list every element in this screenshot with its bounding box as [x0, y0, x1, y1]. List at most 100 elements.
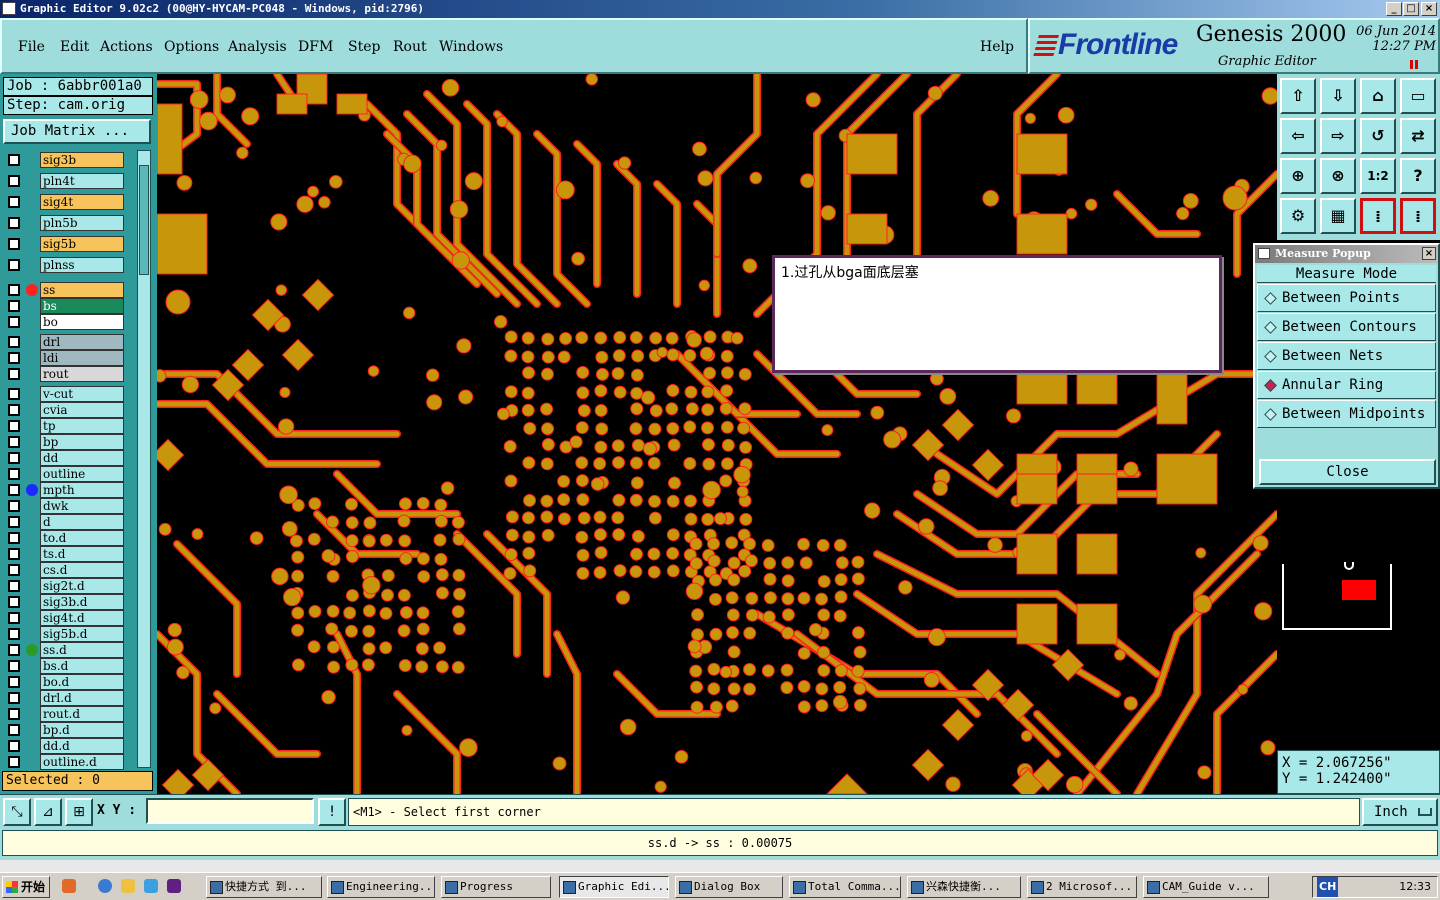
taskbar-button[interactable]: Total Comma...	[789, 876, 901, 898]
layer-checkbox[interactable]	[8, 420, 20, 432]
layer-name[interactable]: rout.d	[40, 706, 124, 722]
layer-row[interactable]: tp	[4, 418, 124, 434]
layer-checkbox[interactable]	[8, 436, 20, 448]
settings-icon[interactable]: ⚙	[1280, 198, 1316, 234]
taskbar-button[interactable]: CAM_Guide v...	[1143, 876, 1269, 898]
layer-row[interactable]: d	[4, 514, 124, 530]
layer-checkbox[interactable]	[8, 628, 20, 640]
menu-step[interactable]: Step	[348, 39, 380, 55]
taskbar-button[interactable]: 快捷方式 到...	[206, 876, 322, 898]
layer-row[interactable]: rout.d	[4, 706, 124, 722]
layer-scrollbar[interactable]	[137, 150, 151, 768]
layer-checkbox[interactable]	[8, 300, 20, 312]
taskbar-button[interactable]: Dialog Box	[675, 876, 783, 898]
layer-checkbox[interactable]	[8, 692, 20, 704]
layer-row[interactable]: dd.d	[4, 738, 124, 754]
layer-row[interactable]: outline.d	[4, 754, 124, 770]
graphic-canvas[interactable]	[157, 74, 1277, 794]
layer-checkbox[interactable]	[8, 580, 20, 592]
layer-checkbox[interactable]	[8, 468, 20, 480]
close-button[interactable]: Close	[1259, 459, 1436, 485]
layer-row[interactable]: plnss	[4, 257, 124, 273]
pan-up-icon[interactable]: ⇧	[1280, 78, 1316, 114]
mini-map[interactable]	[1282, 562, 1392, 630]
layer-checkbox[interactable]	[8, 676, 20, 688]
layer-name[interactable]: sig4t	[40, 194, 124, 210]
pcb-drawing[interactable]	[157, 74, 1277, 794]
measure-option[interactable]: Between Contours	[1257, 313, 1436, 341]
layer-checkbox[interactable]	[8, 404, 20, 416]
layer-row[interactable]: ss.d	[4, 642, 124, 658]
unit-select[interactable]: Inch	[1362, 798, 1438, 826]
layer-checkbox[interactable]	[8, 217, 20, 229]
taskbar-button[interactable]: 兴森快捷衡...	[907, 876, 1021, 898]
quicklaunch-icon[interactable]	[167, 879, 181, 893]
layer-name[interactable]: ts.d	[40, 546, 124, 562]
zoom-fit-icon[interactable]: ⊕	[1280, 158, 1316, 194]
layer-row[interactable]: mpth	[4, 482, 124, 498]
layer-checkbox[interactable]	[8, 175, 20, 187]
layer-checkbox[interactable]	[8, 259, 20, 271]
layer-name[interactable]: bo	[40, 314, 124, 330]
scale-icon[interactable]: 1:2	[1360, 158, 1396, 194]
layer-row[interactable]: outline	[4, 466, 124, 482]
layer-checkbox[interactable]	[8, 352, 20, 364]
layer-row[interactable]: ss	[4, 282, 124, 298]
lang-indicator[interactable]: CH	[1317, 877, 1339, 897]
layer-row[interactable]: pln5b	[4, 215, 124, 231]
layer-checkbox[interactable]	[8, 196, 20, 208]
layer-checkbox[interactable]	[8, 316, 20, 328]
layer-name[interactable]: outline	[40, 466, 124, 482]
measure-option[interactable]: Between Nets	[1257, 342, 1436, 370]
layer-name[interactable]: bs.d	[40, 658, 124, 674]
xy-input[interactable]	[146, 798, 314, 824]
grid-icon[interactable]: ▦	[1320, 198, 1356, 234]
layer-name[interactable]: sig3b	[40, 152, 124, 168]
layer-name[interactable]: d	[40, 514, 124, 530]
layer-row[interactable]: bp.d	[4, 722, 124, 738]
layer-checkbox[interactable]	[8, 756, 20, 768]
measure-popup[interactable]: Measure Popup × Measure Mode Between Poin…	[1253, 243, 1440, 489]
layer-checkbox[interactable]	[8, 644, 20, 656]
layer-name[interactable]: bp	[40, 434, 124, 450]
layer-name[interactable]: to.d	[40, 530, 124, 546]
quicklaunch-icon[interactable]	[62, 879, 76, 893]
menu-analysis[interactable]: Analysis	[228, 39, 287, 55]
layer-checkbox[interactable]	[8, 724, 20, 736]
layer-row[interactable]: ldi	[4, 350, 124, 366]
scrollbar-thumb[interactable]	[139, 165, 149, 275]
layer-row[interactable]: to.d	[4, 530, 124, 546]
menu-dfm[interactable]: DFM	[298, 39, 333, 55]
pan-down-icon[interactable]: ⇩	[1320, 78, 1356, 114]
layer-name[interactable]: sig4t.d	[40, 610, 124, 626]
minimize-button[interactable]: _	[1386, 2, 1402, 16]
measure-title-bar[interactable]: Measure Popup ×	[1255, 245, 1438, 263]
menu-rout[interactable]: Rout	[393, 39, 427, 55]
home-icon[interactable]: ⌂	[1360, 78, 1396, 114]
layer-name[interactable]: bp.d	[40, 722, 124, 738]
layer-checkbox[interactable]	[8, 368, 20, 380]
layer-row[interactable]: drl.d	[4, 690, 124, 706]
menu-edit[interactable]: Edit	[60, 39, 89, 55]
layer-checkbox[interactable]	[8, 564, 20, 576]
grid-snap-icon[interactable]: ⊞	[65, 798, 93, 826]
layer-name[interactable]: sig2t.d	[40, 578, 124, 594]
taskbar-button[interactable]: Engineering...	[327, 876, 435, 898]
layer-name[interactable]: tp	[40, 418, 124, 434]
rotate-icon[interactable]: ↺	[1360, 118, 1396, 154]
maximize-button[interactable]: □	[1403, 2, 1419, 16]
snap-icon[interactable]: ⊿	[34, 798, 62, 826]
close-icon[interactable]: ×	[1422, 247, 1436, 260]
layer-row[interactable]: bo.d	[4, 674, 124, 690]
layer-name[interactable]: sig5b.d	[40, 626, 124, 642]
zoom-center-icon[interactable]: ⊗	[1320, 158, 1356, 194]
menu-file[interactable]: File	[18, 39, 45, 55]
layer-checkbox[interactable]	[8, 516, 20, 528]
layer-row[interactable]: bp	[4, 434, 124, 450]
layer-name[interactable]: dd	[40, 450, 124, 466]
menu-options[interactable]: Options	[164, 39, 219, 55]
layer-row[interactable]: cs.d	[4, 562, 124, 578]
taskbar-button[interactable]: Progress	[441, 876, 551, 898]
zoom-area-icon[interactable]: ⤡	[3, 798, 31, 826]
layer-name[interactable]: drl.d	[40, 690, 124, 706]
